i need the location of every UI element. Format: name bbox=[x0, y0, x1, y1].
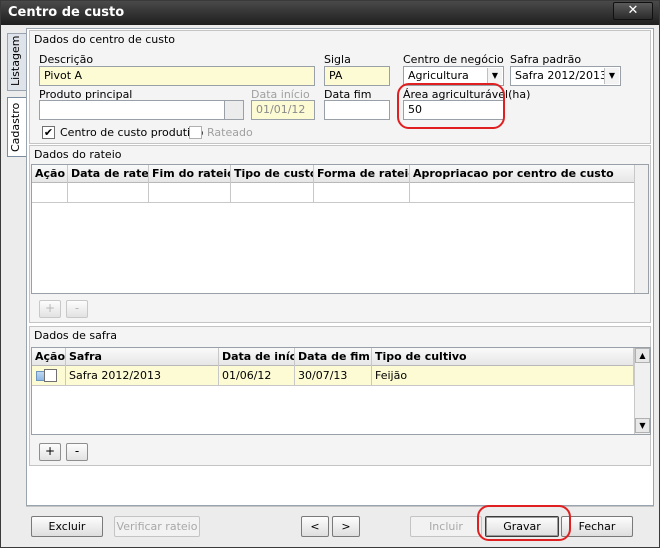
column-header[interactable]: Ação bbox=[32, 165, 68, 183]
excluir-button[interactable]: Excluir bbox=[31, 516, 103, 537]
cadastro-panel: Dados do centro de custo Descrição Pivot… bbox=[26, 28, 654, 506]
table-row[interactable] bbox=[32, 183, 635, 203]
safra-cell[interactable]: Safra 2012/2013 bbox=[66, 366, 219, 386]
tipo-cultivo-cell[interactable]: Feijão bbox=[372, 366, 634, 386]
action-cell[interactable] bbox=[32, 366, 66, 386]
scroll-down-icon[interactable]: ▼ bbox=[635, 418, 650, 433]
section-dados-safra: Dados de safra Ação Safra Data de início… bbox=[29, 326, 651, 466]
column-header[interactable]: Safra bbox=[66, 348, 219, 366]
next-button[interactable]: > bbox=[332, 516, 360, 537]
title-bar: Centro de custo ✕ bbox=[1, 1, 659, 25]
column-header[interactable]: Apropriacao por centro de custo bbox=[410, 165, 635, 183]
table-cell[interactable] bbox=[149, 183, 231, 203]
safra-padrao-select[interactable]: Safra 2012/2013 ▼ bbox=[510, 66, 621, 86]
data-fim-input[interactable] bbox=[324, 100, 390, 120]
centro-custo-produtivo-checkbox[interactable]: ✔ bbox=[42, 126, 55, 139]
safra-grid-header: Ação Safra Data de início Data de fim Ti… bbox=[32, 348, 634, 366]
remove-rateio-button[interactable]: - bbox=[66, 300, 88, 318]
column-header[interactable]: Data de início bbox=[219, 348, 295, 366]
tab-listagem-label: Listagem bbox=[9, 35, 22, 86]
data-inicio-input[interactable]: 01/01/12 bbox=[251, 100, 315, 120]
tab-listagem[interactable]: Listagem bbox=[7, 33, 26, 91]
tab-cadastro-label: Cadastro bbox=[9, 102, 22, 152]
safra-scrollbar[interactable]: ▲ ▼ bbox=[634, 348, 650, 434]
close-button[interactable]: ✕ bbox=[613, 2, 653, 20]
fechar-button[interactable]: Fechar bbox=[561, 516, 633, 537]
safra-padrao-value: Safra 2012/2013 bbox=[515, 69, 608, 82]
centro-de-custo-window: Centro de custo ✕ Listagem Cadastro Dado… bbox=[0, 0, 660, 548]
previous-button[interactable]: < bbox=[301, 516, 329, 537]
column-header[interactable]: Data de rateio bbox=[68, 165, 149, 183]
rateado-checkbox[interactable] bbox=[189, 126, 202, 139]
table-cell[interactable] bbox=[68, 183, 149, 203]
safra-grid: Ação Safra Data de início Data de fim Ti… bbox=[31, 347, 651, 435]
descricao-input[interactable]: Pivot A bbox=[39, 66, 315, 86]
verificar-rateio-button[interactable]: Verificar rateio bbox=[114, 516, 200, 537]
section-dados-centro: Dados do centro de custo Descrição Pivot… bbox=[29, 30, 651, 144]
chevron-down-icon[interactable]: ▼ bbox=[487, 68, 502, 84]
scroll-up-icon[interactable]: ▲ bbox=[635, 348, 650, 363]
add-safra-button[interactable]: + bbox=[39, 443, 61, 461]
data-inicio-cell[interactable]: 01/06/12 bbox=[219, 366, 295, 386]
add-rateio-button[interactable]: + bbox=[39, 300, 61, 318]
descricao-label: Descrição bbox=[39, 53, 94, 66]
table-cell[interactable] bbox=[32, 183, 68, 203]
column-header[interactable]: Tipo de cultivo bbox=[372, 348, 634, 366]
incluir-button[interactable]: Incluir bbox=[410, 516, 482, 537]
table-cell[interactable] bbox=[314, 183, 410, 203]
table-row[interactable]: Safra 2012/2013 01/06/12 30/07/13 Feijão bbox=[32, 366, 634, 386]
remove-safra-button[interactable]: - bbox=[66, 443, 88, 461]
section-title: Dados do rateio bbox=[34, 148, 122, 161]
section-dados-rateio: Dados do rateio Ação Data de rateio Fim … bbox=[29, 145, 651, 323]
tab-cadastro[interactable]: Cadastro bbox=[7, 97, 26, 157]
rateado-label: Rateado bbox=[207, 126, 253, 139]
chevron-down-icon[interactable]: ▼ bbox=[604, 68, 619, 84]
centro-custo-produtivo-label: Centro de custo produtivo bbox=[60, 126, 204, 139]
column-header[interactable]: Data de fim bbox=[295, 348, 372, 366]
rateio-grid: Ação Data de rateio Fim do rateio Tipo d… bbox=[31, 164, 649, 294]
safra-padrao-label: Safra padrão bbox=[510, 53, 582, 66]
sigla-input[interactable]: PA bbox=[324, 66, 390, 86]
section-title: Dados de safra bbox=[34, 329, 118, 342]
row-checkbox[interactable] bbox=[44, 369, 57, 382]
rateio-scrollbar[interactable] bbox=[634, 165, 648, 293]
column-header[interactable]: Fim do rateio bbox=[149, 165, 231, 183]
window-title: Centro de custo bbox=[8, 5, 125, 20]
table-cell[interactable] bbox=[410, 183, 635, 203]
sigla-label: Sigla bbox=[324, 53, 351, 66]
table-cell[interactable] bbox=[231, 183, 314, 203]
produto-lookup-button[interactable] bbox=[224, 100, 244, 120]
column-header[interactable]: Forma de rateio bbox=[314, 165, 410, 183]
centro-negocio-label: Centro de negócio bbox=[403, 53, 504, 66]
column-header[interactable]: Ação bbox=[32, 348, 66, 366]
section-title: Dados do centro de custo bbox=[34, 33, 176, 46]
close-icon: ✕ bbox=[627, 3, 639, 18]
column-header[interactable]: Tipo de custo bbox=[231, 165, 314, 183]
produto-input[interactable] bbox=[39, 100, 225, 120]
centro-negocio-value: Agricultura bbox=[408, 69, 469, 82]
rateio-grid-header: Ação Data de rateio Fim do rateio Tipo d… bbox=[32, 165, 648, 183]
data-fim-cell[interactable]: 30/07/13 bbox=[295, 366, 372, 386]
highlight-area-field bbox=[397, 83, 505, 129]
highlight-gravar-button bbox=[477, 505, 571, 541]
